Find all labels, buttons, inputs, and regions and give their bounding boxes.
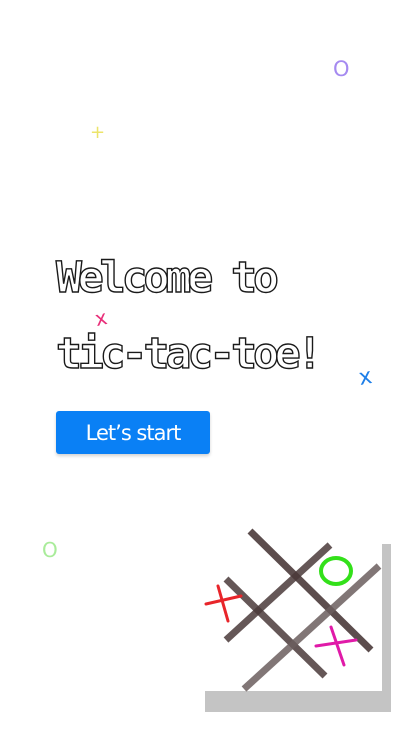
tic-tac-toe-board-illustration <box>204 528 382 692</box>
board-mark-o-green <box>319 556 353 586</box>
board-grid-lines <box>223 528 382 692</box>
grid-line <box>241 563 382 692</box>
